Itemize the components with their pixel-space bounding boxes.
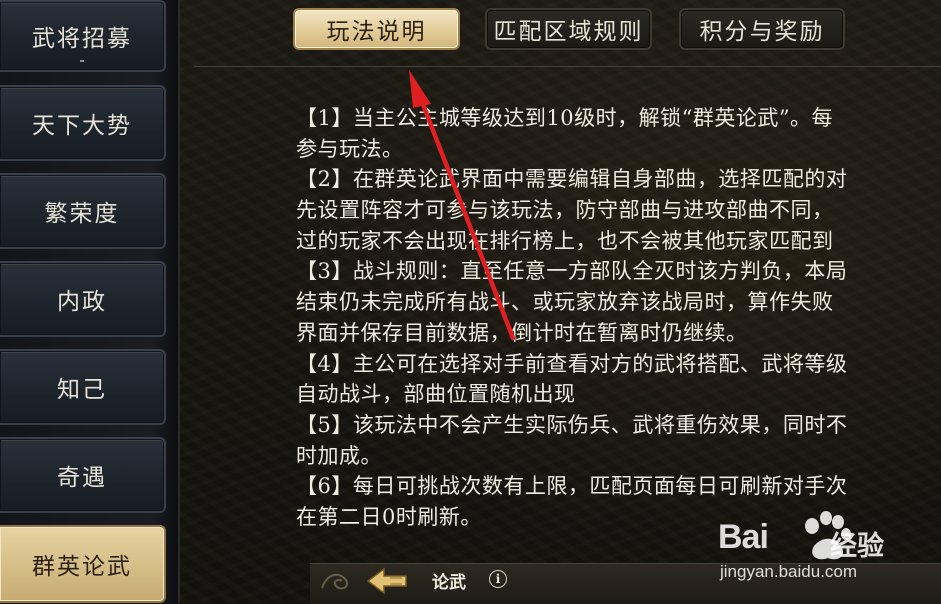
tab-divider: [194, 66, 941, 67]
sidebar-item-label: 知己: [57, 377, 107, 403]
sidebar-item-world[interactable]: 天下大势: [0, 85, 166, 161]
tab-label: 匹配区域规则: [493, 19, 644, 45]
sidebar-item-martial-contest[interactable]: 群英论武: [0, 525, 166, 603]
sidebar-item-label: 内政: [57, 289, 107, 315]
back-arrow-icon[interactable]: [366, 566, 408, 596]
sidebar-item-label: 天下大势: [32, 113, 132, 139]
watermark-brand-suffix: 经验: [830, 531, 884, 562]
rule-line: 【4】主公可在选择对手前查看对方的武将搭配、武将等级: [296, 351, 848, 376]
sidebar-item-confidant[interactable]: 知己: [0, 349, 166, 425]
tab-match-region-rules[interactable]: 匹配区域规则: [485, 8, 652, 50]
sidebar-item-label: 群英论武: [32, 554, 132, 580]
rule-line: 【3】战斗规则：直至任意一方部队全灭时该方判负，本局: [296, 259, 848, 284]
tab-label: 积分与奖励: [699, 19, 825, 45]
rule-line: 界面并保存目前数据，倒计时在暂离时仍继续。: [296, 320, 748, 345]
rule-line: 【1】当主公主城等级达到10级时，解锁“群英论武”。每: [296, 106, 834, 130]
sidebar-item-recruit[interactable]: 武将招募: [0, 0, 166, 72]
tab-points-rewards[interactable]: 积分与奖励: [679, 8, 845, 50]
scroll-indicator: [80, 60, 84, 62]
rule-line: 【5】该玩法中不会产生实际伤兵、武将重伤效果，同时不: [296, 412, 848, 437]
sidebar-item-domestic[interactable]: 内政: [0, 261, 166, 337]
rule-line: 过的玩家不会出现在排行榜上，也不会被其他玩家匹配到: [296, 228, 834, 253]
watermark-url: jingyan.baidu.com: [720, 562, 858, 581]
sidebar-item-prosperity[interactable]: 繁荣度: [0, 173, 166, 249]
rule-line: 【2】在群英论武界面中需要编辑自身部曲，选择匹配的对: [296, 167, 848, 192]
bottom-bar-label: 论武: [432, 573, 466, 593]
tab-label: 玩法说明: [326, 19, 427, 45]
sidebar: 武将招募 天下大势 繁荣度 内政 知己 奇遇 群英论武: [0, 0, 178, 603]
rule-line: 参与玩法。: [296, 136, 404, 161]
rule-line: 先设置阵容才可参与该玩法，防守部曲与进攻部曲不同，: [296, 198, 834, 223]
rule-line: 【6】每日可挑战次数有上限，匹配页面每日可刷新对手次: [296, 474, 848, 499]
sidebar-item-adventure[interactable]: 奇遇: [0, 437, 166, 513]
rules-text: 【1】当主公主城等级达到10级时，解锁“群英论武”。每 参与玩法。 【2】在群英…: [296, 103, 941, 533]
ornament-icon: [321, 573, 348, 590]
rule-line: 结束仍未完成所有战斗、或玩家放弃该战局时，算作失败: [296, 290, 834, 315]
rule-line: 时加成。: [296, 443, 382, 468]
watermark-brand: Bai: [718, 518, 769, 556]
sidebar-item-label: 繁荣度: [44, 201, 120, 227]
info-icon[interactable]: i: [489, 570, 507, 588]
sidebar-item-label: 武将招募: [32, 26, 132, 52]
sidebar-item-label: 奇遇: [57, 465, 107, 491]
rule-line: 自动战斗，部曲位置随机出现: [296, 382, 576, 407]
tab-gameplay-rules[interactable]: 玩法说明: [293, 8, 460, 50]
